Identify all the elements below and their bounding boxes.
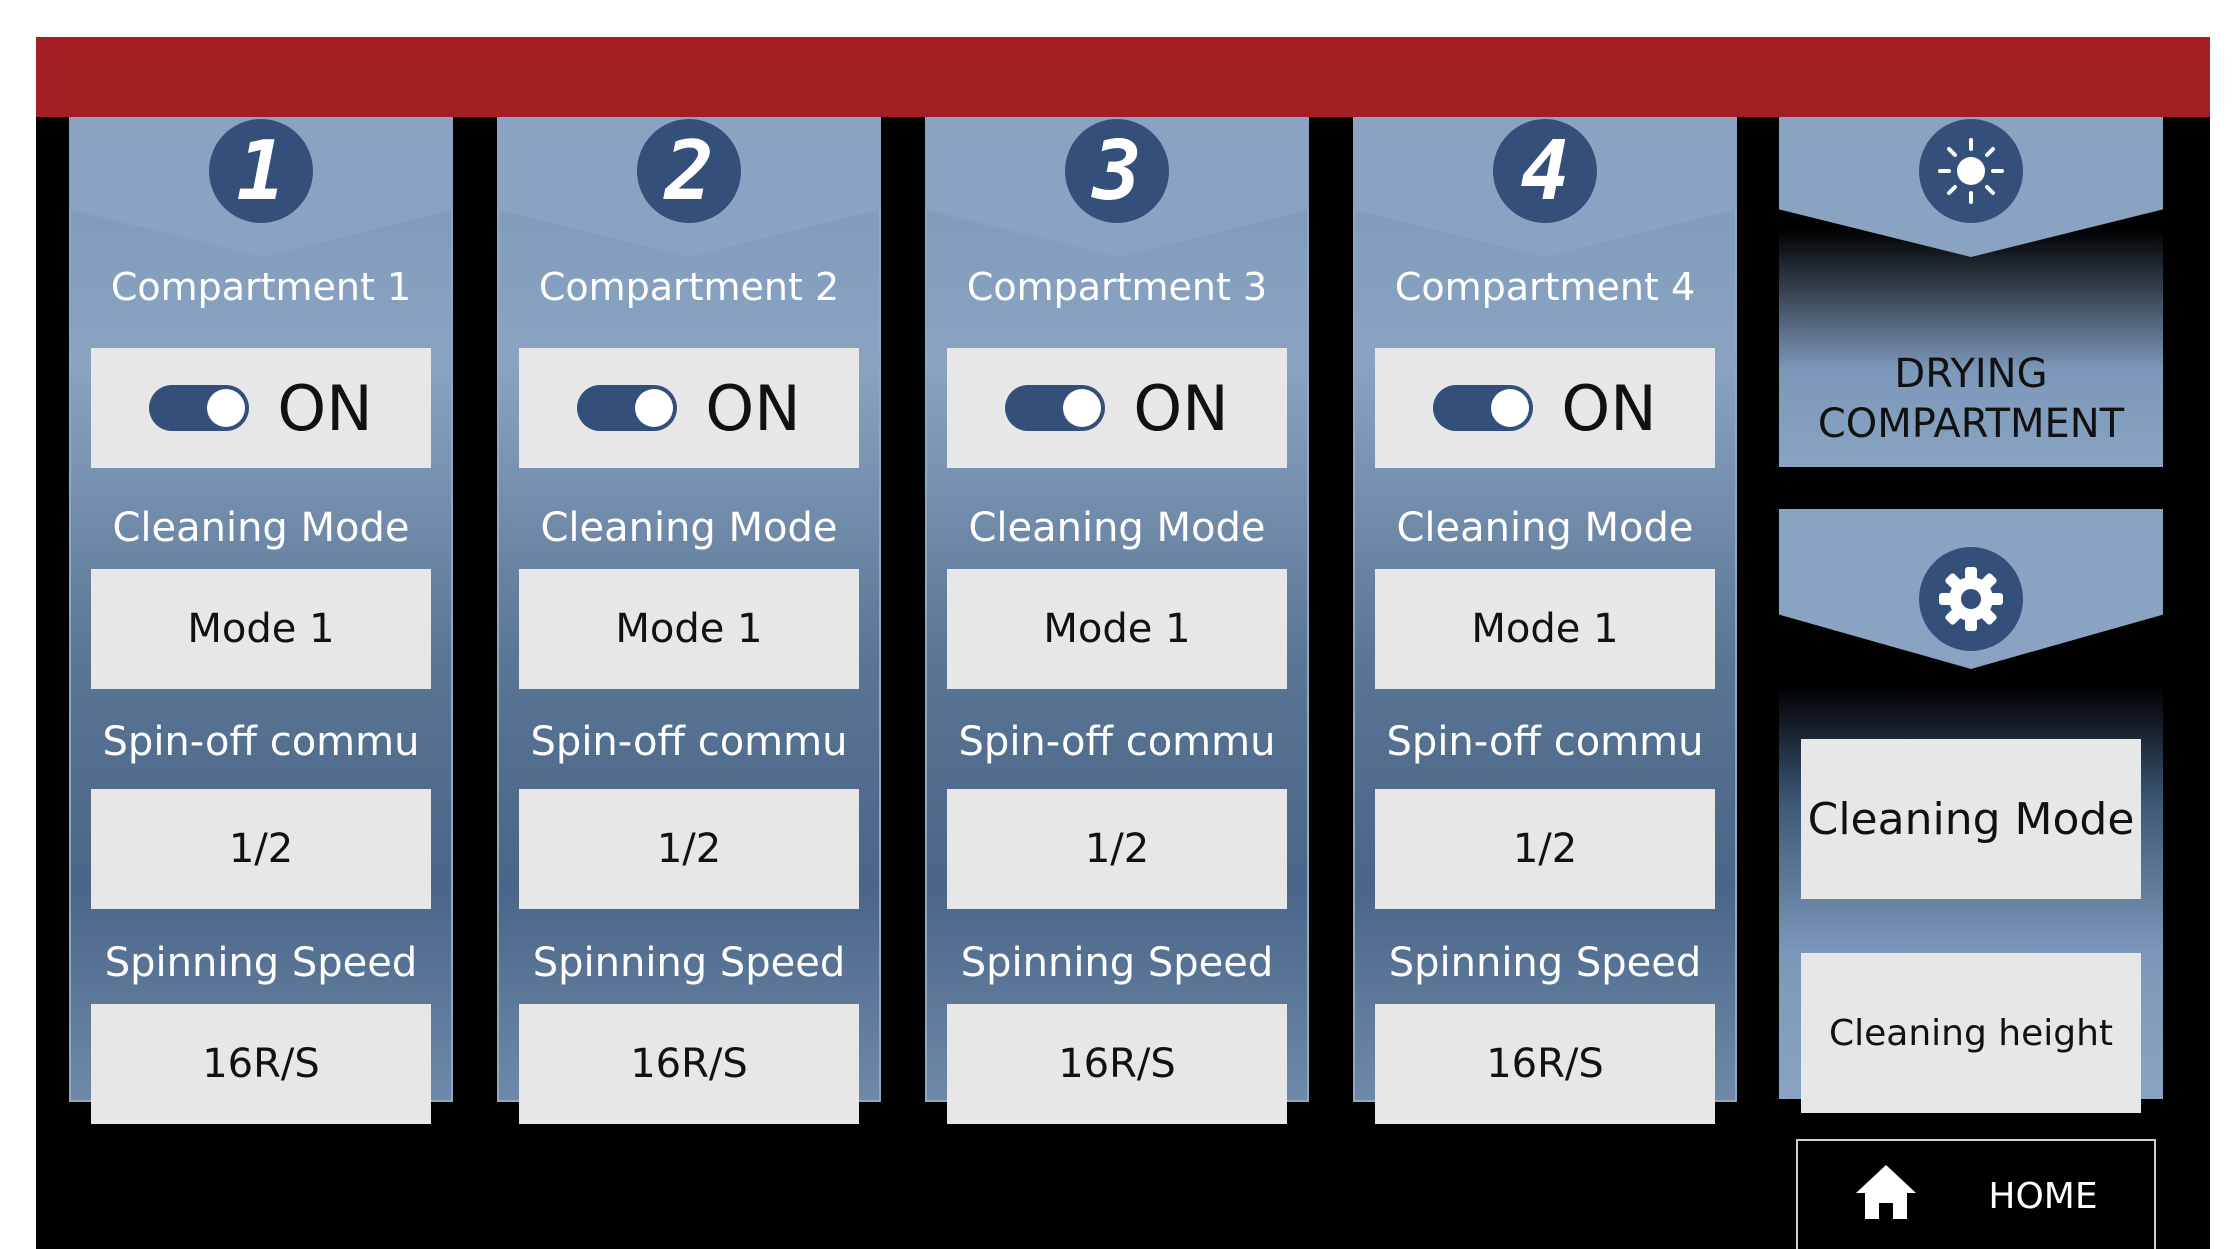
- compartment-title: Compartment 4: [1394, 265, 1696, 309]
- power-toggle[interactable]: ON: [519, 348, 859, 468]
- toggle-switch[interactable]: [149, 385, 250, 431]
- toggle-knob: [635, 389, 674, 427]
- compartment-number-badge: 4: [1493, 119, 1597, 223]
- compartment-panel-4: 4 Compartment 4 ON Cleaning Mode Mode 1 …: [1353, 117, 1737, 1124]
- home-button[interactable]: HOME: [1796, 1139, 2156, 1249]
- toggle-state-label: ON: [705, 371, 801, 445]
- toggle-switch[interactable]: [1433, 385, 1534, 431]
- cleaning-height-button[interactable]: Cleaning height: [1801, 953, 2141, 1113]
- spin-off-value[interactable]: 1/2: [91, 789, 431, 909]
- power-toggle[interactable]: ON: [91, 348, 431, 468]
- spin-off-label: Spin-off commu: [1386, 719, 1704, 765]
- spin-off-value[interactable]: 1/2: [947, 789, 1287, 909]
- power-toggle[interactable]: ON: [1375, 348, 1715, 468]
- drying-label-line2: COMPARTMENT: [1817, 401, 2125, 447]
- home-icon: [1854, 1163, 1918, 1230]
- spinning-speed-value[interactable]: 16R/S: [947, 1004, 1287, 1124]
- spin-off-label: Spin-off commu: [958, 719, 1276, 765]
- settings-panel: Cleaning Mode Cleaning height: [1779, 509, 2163, 1113]
- toggle-switch[interactable]: [577, 385, 678, 431]
- power-toggle[interactable]: ON: [947, 348, 1287, 468]
- drying-compartment-button[interactable]: DRYING COMPARTMENT: [1779, 117, 2163, 467]
- compartment-panel-1: 1 Compartment 1 ON Cleaning Mode Mode 1 …: [69, 117, 453, 1124]
- compartment-title: Compartment 3: [966, 265, 1268, 309]
- top-bar: [36, 37, 2210, 117]
- cleaning-mode-value[interactable]: Mode 1: [947, 569, 1287, 689]
- toggle-state-label: ON: [1561, 371, 1657, 445]
- toggle-knob: [1063, 389, 1102, 427]
- compartment-panel-2: 2 Compartment 2 ON Cleaning Mode Mode 1 …: [497, 117, 881, 1124]
- sun-icon: [1919, 119, 2023, 223]
- drying-label-line1: DRYING: [1894, 351, 2048, 397]
- spinning-speed-label: Spinning Speed: [104, 940, 418, 986]
- spinning-speed-label: Spinning Speed: [1388, 940, 1702, 986]
- toggle-switch[interactable]: [1005, 385, 1106, 431]
- spinning-speed-label: Spinning Speed: [960, 940, 1274, 986]
- spin-off-value[interactable]: 1/2: [519, 789, 859, 909]
- compartment-number-badge: 3: [1065, 119, 1169, 223]
- cleaning-mode-label: Cleaning Mode: [112, 505, 410, 551]
- spin-off-label: Spin-off commu: [530, 719, 848, 765]
- cleaning-mode-value[interactable]: Mode 1: [1375, 569, 1715, 689]
- spin-off-value[interactable]: 1/2: [1375, 789, 1715, 909]
- cleaning-mode-label: Cleaning Mode: [1396, 505, 1694, 551]
- compartment-title: Compartment 2: [538, 265, 840, 309]
- spin-off-label: Spin-off commu: [102, 719, 420, 765]
- spinning-speed-value[interactable]: 16R/S: [91, 1004, 431, 1124]
- cleaning-mode-button[interactable]: Cleaning Mode: [1801, 739, 2141, 899]
- toggle-state-label: ON: [277, 371, 373, 445]
- compartment-title: Compartment 1: [110, 265, 412, 309]
- compartment-panel-3: 3 Compartment 3 ON Cleaning Mode Mode 1 …: [925, 117, 1309, 1124]
- compartment-number-badge: 1: [209, 119, 313, 223]
- control-screen: 1 Compartment 1 ON Cleaning Mode Mode 1 …: [36, 37, 2210, 1249]
- cleaning-mode-label: Cleaning Mode: [968, 505, 1266, 551]
- compartment-number-badge: 2: [637, 119, 741, 223]
- spinning-speed-value[interactable]: 16R/S: [1375, 1004, 1715, 1124]
- spinning-speed-label: Spinning Speed: [532, 940, 846, 986]
- cleaning-mode-value[interactable]: Mode 1: [91, 569, 431, 689]
- home-label: HOME: [1988, 1175, 2098, 1217]
- drying-compartment-label: DRYING COMPARTMENT: [1779, 349, 2163, 449]
- toggle-knob: [207, 389, 246, 427]
- cleaning-mode-value[interactable]: Mode 1: [519, 569, 859, 689]
- gear-icon[interactable]: [1919, 547, 2023, 651]
- toggle-state-label: ON: [1133, 371, 1229, 445]
- toggle-knob: [1491, 389, 1530, 427]
- cleaning-mode-label: Cleaning Mode: [540, 505, 838, 551]
- spinning-speed-value[interactable]: 16R/S: [519, 1004, 859, 1124]
